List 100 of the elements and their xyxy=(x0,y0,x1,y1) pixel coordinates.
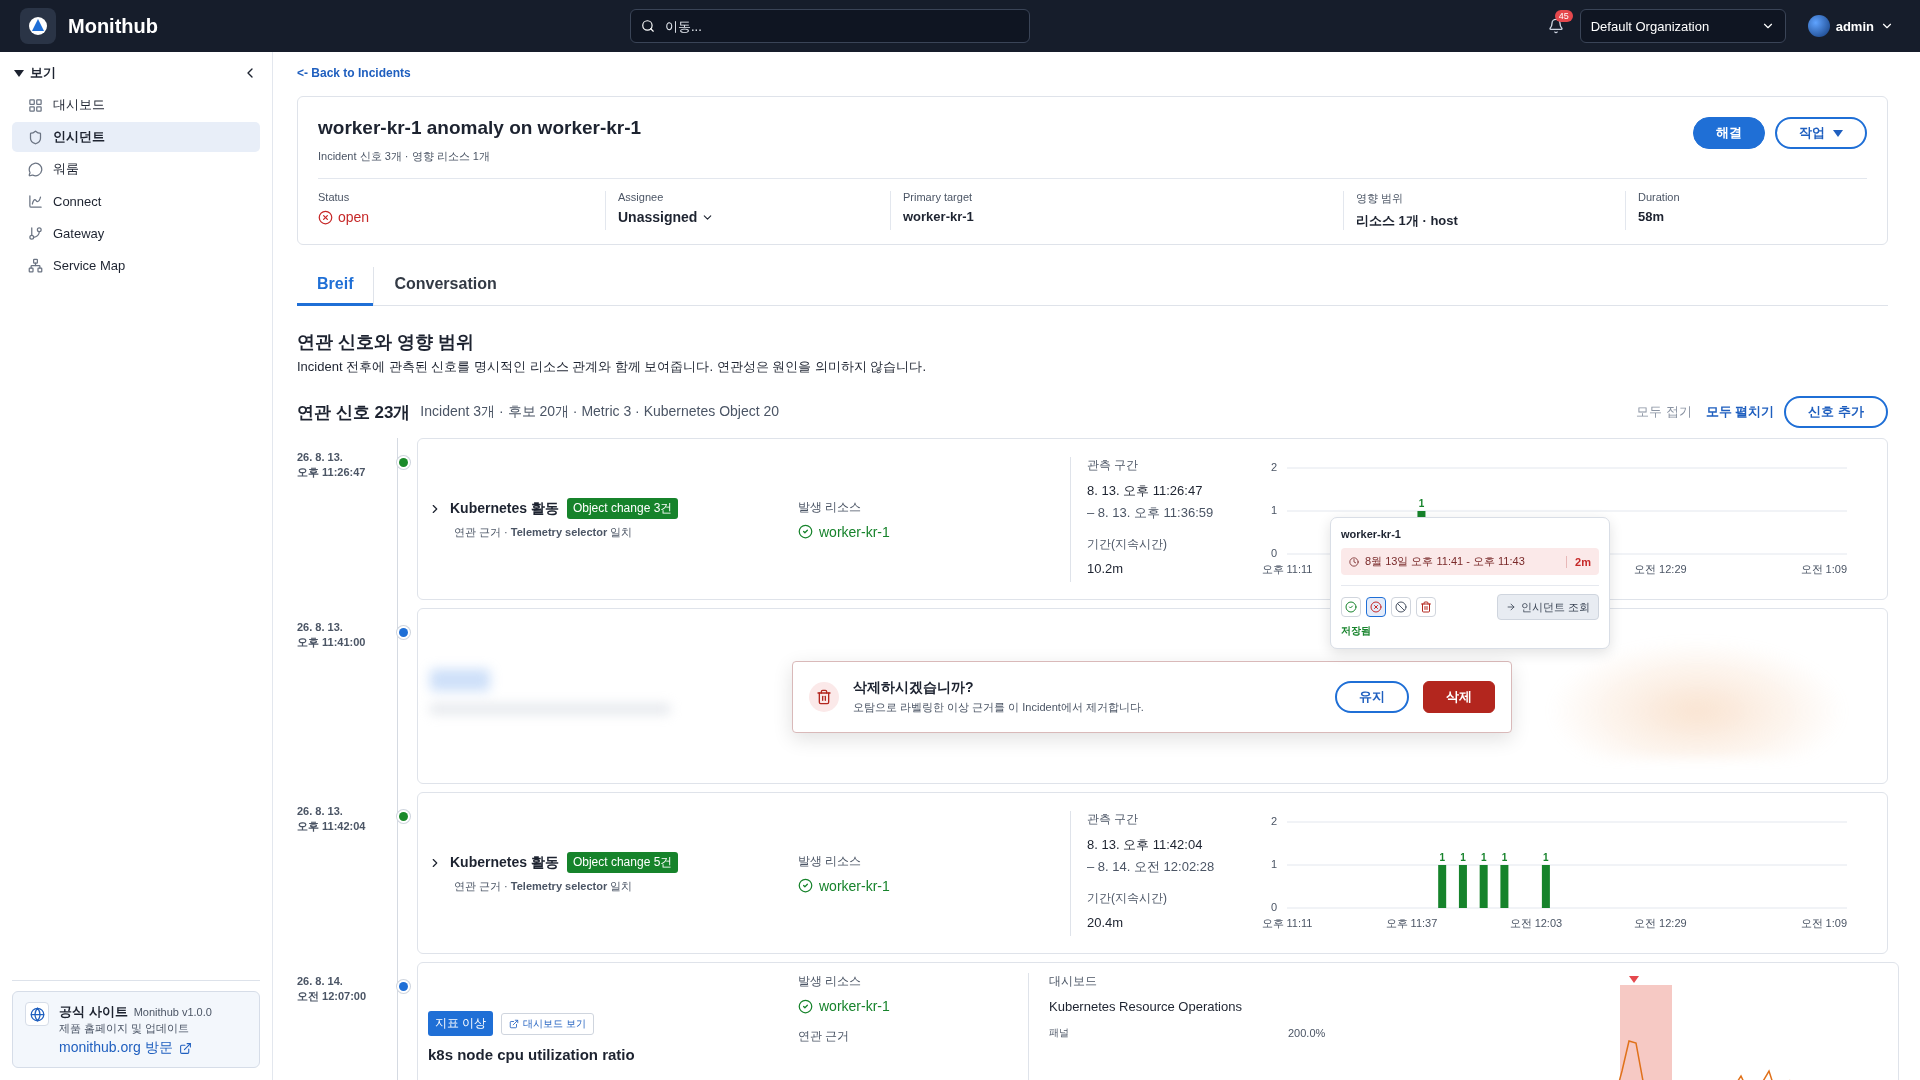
axis-label: 0 xyxy=(1270,900,1277,913)
bar-value: 1 xyxy=(1460,851,1466,863)
axis-label: 0 xyxy=(1270,546,1277,559)
section-toggle[interactable]: 보기 xyxy=(14,64,56,82)
axis-label: 2 xyxy=(1270,460,1277,473)
shield-icon xyxy=(28,129,43,145)
event-date: 26. 8. 13. xyxy=(297,450,344,465)
event-time: 오후 11:26:47 xyxy=(297,464,367,480)
window-end: – 8. 13. 오후 11:36:59 xyxy=(1087,503,1215,522)
field-value: 58m xyxy=(1638,209,1666,224)
duration-value: 20.4m xyxy=(1087,914,1125,930)
saved-status: 저장됨 xyxy=(1341,624,1372,638)
bar xyxy=(1500,864,1509,908)
dialog-message: 오탐으로 라벨링한 이상 근거를 이 Incident에서 제거합니다. xyxy=(853,700,1145,715)
axis-label: 오후 11:11 xyxy=(1261,562,1313,575)
actions-button[interactable]: 작업 xyxy=(1775,117,1867,149)
check-circle-icon xyxy=(798,878,813,893)
back-link[interactable]: <- Back to Incidents xyxy=(297,66,411,80)
resource-name: worker-kr-1 xyxy=(819,877,890,894)
search-icon xyxy=(640,19,655,33)
section-description: Incident 전후에 관측된 신호를 명시적인 리소스 관계와 함께 보여줍니다. 연관성은 원인을 의미하지 않습니다. xyxy=(297,358,928,376)
event-time: 오후 11:42:04 xyxy=(297,818,367,834)
metric-title: k8s node cpu utilization ratio xyxy=(428,1046,636,1063)
signals-summary: Incident 3개 · 후보 20개 · Metric 3 · Kubernetes Object 20 xyxy=(420,403,780,421)
bar-value: 1 xyxy=(1439,851,1445,863)
resolve-button[interactable]: 해결 xyxy=(1693,117,1765,149)
axis-label: 오전 12:29 xyxy=(1634,562,1687,575)
nav-item[interactable]: Gateway xyxy=(12,218,260,248)
marker-icon xyxy=(1629,976,1639,983)
popover-title: worker-kr-1 xyxy=(1341,528,1402,540)
bar-value: 1 xyxy=(1480,851,1487,863)
resource-label: 발생 리소스 xyxy=(798,852,863,870)
section-title: 연관 신호와 영향 범위 xyxy=(297,331,475,354)
caret-icon xyxy=(1833,129,1843,137)
user-menu[interactable]: admin xyxy=(1801,14,1900,38)
field-value: 리소스 1개 · host xyxy=(1356,212,1459,230)
resource-label: 발생 리소스 xyxy=(798,498,863,516)
dashboard-name: Kubernetes Resource Operations xyxy=(1049,998,1243,1016)
label-button[interactable] xyxy=(1366,597,1386,617)
nav-item[interactable]: 대시보드 xyxy=(12,90,260,120)
website-link[interactable]: monithub.org 방문 xyxy=(59,1039,192,1057)
field-label: Duration xyxy=(1638,191,1681,203)
axis-label: 오후 11:11 xyxy=(1261,916,1313,929)
keep-button[interactable]: 유지 xyxy=(1335,681,1409,713)
organization-select[interactable]: Default Organization xyxy=(1579,9,1786,43)
bar xyxy=(1438,864,1447,908)
nav-item[interactable]: 인시던트 xyxy=(12,122,260,152)
open-incident-button[interactable]: 인시던트 조회 xyxy=(1496,594,1599,620)
tab[interactable]: Conversation xyxy=(373,267,517,306)
event-date: 26. 8. 13. xyxy=(297,804,344,819)
evidence-label: 연관 근거 xyxy=(798,1028,851,1045)
duration-value: 10.2m xyxy=(1087,560,1125,576)
logo-icon[interactable] xyxy=(20,8,56,44)
check-circle-icon xyxy=(798,998,813,1014)
arrow-right-icon xyxy=(1505,602,1516,612)
signal-title: Kubernetes 활동 xyxy=(450,853,559,872)
event-date: 26. 8. 14. xyxy=(297,974,344,989)
check-circle-icon xyxy=(1345,601,1357,613)
expand-all-button[interactable]: 모두 펼치기 xyxy=(1701,403,1779,421)
window-label: 관측 구간 xyxy=(1087,456,1140,474)
grid-icon xyxy=(28,97,43,113)
event-time: 오전 12:07:00 xyxy=(297,988,368,1004)
nav-item[interactable]: Connect xyxy=(12,186,260,216)
connect-icon xyxy=(28,193,43,209)
clock-icon xyxy=(1349,556,1359,567)
trash-icon xyxy=(1420,601,1432,613)
incident-title: worker-kr-1 anomaly on worker-kr-1 xyxy=(318,117,642,139)
trash-icon xyxy=(816,689,832,705)
external-link-icon xyxy=(509,1018,520,1029)
axis-label: 오전 12:29 xyxy=(1634,916,1687,929)
bar-value: 1 xyxy=(1501,851,1508,863)
evidence-text: 연관 근거 · Telemetry selector 일치 xyxy=(454,525,634,540)
dialog-title: 삭제하시겠습니까? xyxy=(853,679,975,697)
field-label: Primary target xyxy=(903,191,974,203)
gateway-icon xyxy=(28,225,43,241)
dashboard-link[interactable]: 대시보드 보기 xyxy=(501,1012,595,1035)
globe-icon xyxy=(29,1006,45,1022)
duration-label: 기간(지속시간) xyxy=(1087,535,1168,553)
range-length: 2m xyxy=(1566,555,1591,568)
resource-label: 발생 리소스 xyxy=(798,973,863,990)
window-start: 8. 13. 오후 11:42:04 xyxy=(1087,835,1204,854)
dashboard-label: 대시보드 xyxy=(1049,973,1098,990)
axis-label: 오전 1:09 xyxy=(1800,562,1847,575)
window-start: 8. 13. 오후 11:26:47 xyxy=(1087,481,1204,500)
axis-label: 오전 12:03 xyxy=(1509,916,1563,929)
axis-label: 2 xyxy=(1270,814,1277,827)
chat-icon xyxy=(28,161,43,177)
delete-button[interactable]: 삭제 xyxy=(1423,681,1495,713)
evidence-text: 연관 근거 · Telemetry selector 일치 xyxy=(454,879,634,894)
signal-title: Kubernetes 활동 xyxy=(450,499,559,518)
nav-item[interactable]: Service Map xyxy=(12,250,260,280)
bar xyxy=(1541,864,1550,908)
x-circle-icon xyxy=(1370,601,1382,613)
add-signal-button[interactable]: 신호 추가 xyxy=(1784,396,1888,428)
notification-icon[interactable] xyxy=(1547,18,1564,34)
nav-item[interactable]: 워룸 xyxy=(12,154,260,184)
tab[interactable]: Breif xyxy=(297,267,374,306)
axis-label: 오후 11:37 xyxy=(1385,916,1438,929)
x-circle-icon xyxy=(318,209,333,225)
assignee-select[interactable]: Unassigned xyxy=(618,209,715,225)
